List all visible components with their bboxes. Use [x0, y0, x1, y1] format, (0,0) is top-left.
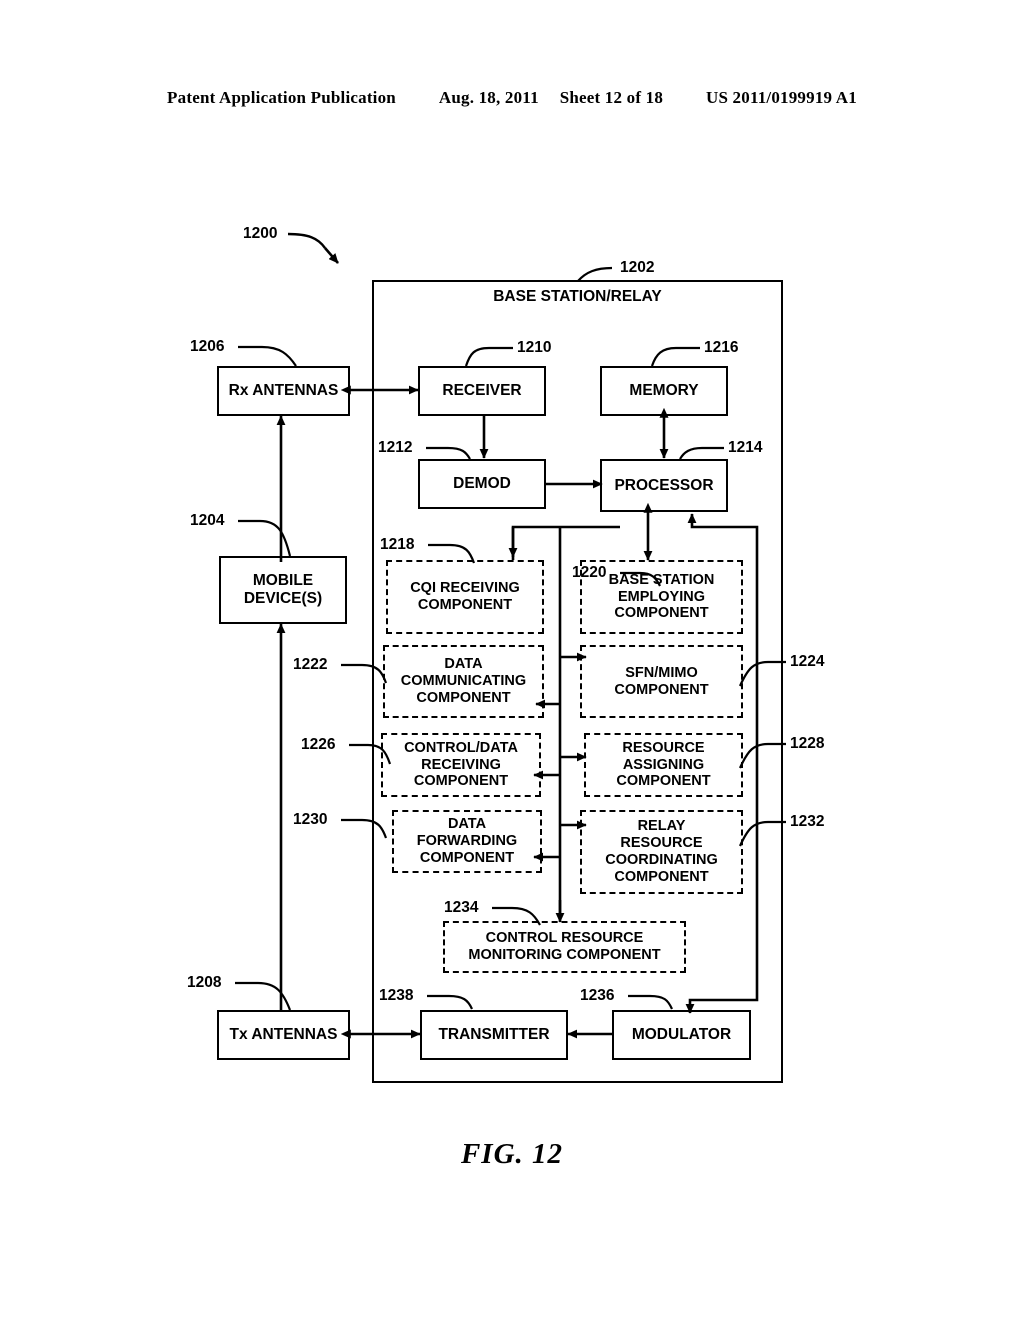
box-data-forwarding-component[interactable]: DATA FORWARDING COMPONENT [392, 810, 542, 873]
box-data-communicating-component[interactable]: DATA COMMUNICATING COMPONENT [383, 645, 544, 718]
ref-1216: 1216 [704, 339, 739, 356]
box-data-communicating-component-label: DATA COMMUNICATING COMPONENT [400, 656, 527, 706]
ref-1236: 1236 [580, 987, 615, 1004]
ref-1230: 1230 [293, 811, 328, 828]
box-transmitter[interactable]: TRANSMITTER [420, 1010, 568, 1060]
box-cqi-receiving-component[interactable]: CQI RECEIVING COMPONENT [386, 560, 544, 634]
box-demod-label: DEMOD [453, 475, 511, 493]
base-station-relay-title: BASE STATION/RELAY [493, 288, 662, 305]
ref-1206: 1206 [190, 338, 225, 355]
box-control-data-receiving-component-label: CONTROL/DATA RECEIVING COMPONENT [404, 739, 518, 790]
ref-1220: 1220 [572, 564, 607, 581]
box-relay-resource-coordinating-component-label: RELAY RESOURCE COORDINATING COMPONENT [605, 818, 718, 885]
box-cqi-receiving-component-label: CQI RECEIVING COMPONENT [410, 580, 520, 613]
box-processor[interactable]: PROCESSOR [600, 459, 728, 512]
ref-1200: 1200 [243, 225, 278, 242]
box-rx-antennas-label: Rx ANTENNAS [228, 382, 339, 400]
box-demod[interactable]: DEMOD [418, 459, 546, 509]
box-tx-antennas-label: Tx ANTENNAS [229, 1026, 338, 1044]
box-control-resource-monitoring-component-label: CONTROL RESOURCE MONITORING COMPONENT [468, 930, 661, 963]
box-data-forwarding-component-label: DATA FORWARDING COMPONENT [416, 816, 518, 866]
box-receiver-label: RECEIVER [442, 382, 522, 400]
box-resource-assigning-component-label: RESOURCE ASSIGNING COMPONENT [616, 739, 711, 790]
box-mobile-devices[interactable]: MOBILE DEVICE(S) [219, 556, 347, 624]
box-tx-antennas[interactable]: Tx ANTENNAS [217, 1010, 350, 1060]
box-memory[interactable]: MEMORY [600, 366, 728, 416]
ref-1214: 1214 [728, 439, 763, 456]
box-rx-antennas[interactable]: Rx ANTENNAS [217, 366, 350, 416]
box-sfn-mimo-component[interactable]: SFN/MIMO COMPONENT [580, 645, 743, 718]
box-base-station-employing-component-label: BASE STATION EMPLOYING COMPONENT [608, 571, 715, 622]
figure-caption: FIG. 12 [460, 1138, 564, 1170]
box-control-data-receiving-component[interactable]: CONTROL/DATA RECEIVING COMPONENT [381, 733, 541, 797]
ref-1208: 1208 [187, 974, 222, 991]
box-control-resource-monitoring-component[interactable]: CONTROL RESOURCE MONITORING COMPONENT [443, 921, 686, 973]
box-memory-label: MEMORY [629, 382, 699, 400]
box-receiver[interactable]: RECEIVER [418, 366, 546, 416]
box-mobile-devices-label: MOBILE DEVICE(S) [243, 572, 323, 607]
ref-1232: 1232 [790, 813, 825, 830]
ref-1234: 1234 [444, 899, 479, 916]
ref-1224: 1224 [790, 653, 825, 670]
box-processor-label: PROCESSOR [614, 476, 714, 494]
box-modulator[interactable]: MODULATOR [612, 1010, 751, 1060]
ref-1226: 1226 [301, 736, 336, 753]
ref-1238: 1238 [379, 987, 414, 1004]
ref-1204: 1204 [190, 512, 225, 529]
box-sfn-mimo-component-label: SFN/MIMO COMPONENT [614, 664, 709, 698]
ref-1218: 1218 [380, 536, 415, 553]
box-modulator-label: MODULATOR [631, 1026, 732, 1044]
ref-1228: 1228 [790, 735, 825, 752]
ref-1212: 1212 [378, 439, 413, 456]
ref-1202: 1202 [620, 259, 655, 276]
ref-1222: 1222 [293, 656, 328, 673]
box-resource-assigning-component[interactable]: RESOURCE ASSIGNING COMPONENT [584, 733, 743, 797]
box-relay-resource-coordinating-component[interactable]: RELAY RESOURCE COORDINATING COMPONENT [580, 810, 743, 894]
ref-1210: 1210 [517, 339, 552, 356]
box-transmitter-label: TRANSMITTER [438, 1026, 550, 1044]
